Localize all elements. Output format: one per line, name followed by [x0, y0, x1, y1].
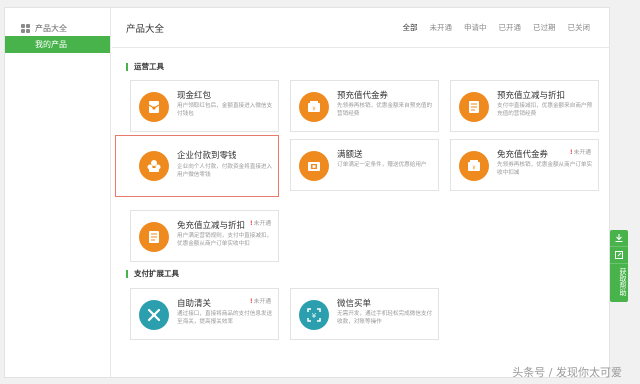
red-packet-icon [139, 92, 169, 122]
card-desc: 用户领取红包后，金额直接进入微信支付钱包 [177, 103, 273, 118]
section-title-ops: 运营工具 [126, 63, 164, 71]
card-title: 免充值代金券 [497, 150, 549, 160]
card-title: 预充值立减与折扣 [497, 91, 566, 101]
product-card-prepaid-discount[interactable]: 预充值立减与折扣 支付中直接减扣，优惠金额来自商户预充值的营销经费 [450, 80, 599, 132]
card-title: 免充值立减与折扣 [177, 221, 246, 231]
card-title: 满额送 [337, 150, 363, 160]
discount-icon [459, 92, 489, 122]
card-desc: 订单满足一定条件，赠送优惠给用户 [337, 162, 427, 168]
card-title: 自助清关 [177, 299, 212, 309]
tab-all[interactable]: 全部 [397, 22, 424, 33]
tab-opened[interactable]: 已开通 [493, 22, 528, 33]
card-title: 企业付款到零钱 [177, 151, 237, 161]
wechat-bill-icon: ¥ [299, 300, 329, 330]
get-help-button[interactable]: 获取帮助 [610, 264, 628, 302]
card-desc: 无需开发，通过手机轻松完成微信支付收款，对账等操作 [337, 311, 433, 326]
card-desc: 用户满足营销规则，支付中直接减扣，优惠金额从商户订单实收中扣 [177, 233, 273, 248]
card-title: 预充值代金券 [337, 91, 389, 101]
voucher-icon: ¥ [459, 151, 489, 181]
help-sidebar: 获取帮助 [610, 230, 628, 302]
svg-text:¥: ¥ [312, 107, 315, 113]
card-desc: 企业向个人付款，付款资金将直接进入用户微信零钱 [177, 164, 273, 179]
app-window: 产品大全 我的产品 产品大全 全部 未开通 申请中 已开通 已过期 已关闭 运营… [4, 7, 610, 378]
product-card-self-customs[interactable]: 自助清关 !未开通 通过接口，直接将商品的支付信息发送至海关，提高报关效率 [130, 288, 279, 340]
sidebar: 产品大全 我的产品 [5, 8, 111, 377]
status-badge: !未开通 [569, 150, 591, 156]
product-card-full-gift[interactable]: 满额送 订单满足一定条件，赠送优惠给用户 [290, 139, 439, 191]
product-card-cash-red-packet[interactable]: 现金红包 用户领取红包后，金额直接进入微信支付钱包 [130, 80, 279, 132]
enterprise-pay-icon [139, 151, 169, 181]
discount-icon [139, 222, 169, 252]
tab-closed[interactable]: 已关闭 [562, 22, 597, 33]
card-desc: 先领券再核销，优惠金额从商户订单实收中扣减 [497, 162, 593, 177]
sidebar-header[interactable]: 产品大全 [5, 8, 110, 36]
page-title: 产品大全 [126, 23, 165, 35]
product-card-prepaid-voucher[interactable]: ¥ 预充值代金券 先领券再核销，优惠金额来自预充值的营销经费 [290, 80, 439, 132]
product-card-enterprise-pay[interactable]: 企业付款到零钱 企业向个人付款，付款资金将直接进入用户微信零钱 [115, 135, 279, 197]
main-content: 产品大全 全部 未开通 申请中 已开通 已过期 已关闭 运营工具 现金红包 用户… [112, 8, 609, 377]
card-desc: 先领券再核销，优惠金额来自预充值的营销经费 [337, 103, 433, 118]
svg-text:¥: ¥ [472, 166, 475, 172]
tab-expired[interactable]: 已过期 [527, 22, 562, 33]
tab-applying[interactable]: 申请中 [458, 22, 493, 33]
svg-text:¥: ¥ [312, 312, 317, 320]
watermark: 头条号 / 发现你太可爱 [512, 366, 622, 379]
gift-icon [299, 151, 329, 181]
status-badge: !未开通 [249, 299, 271, 305]
download-icon[interactable] [610, 230, 628, 247]
edit-icon[interactable] [610, 247, 628, 264]
grid-icon [21, 23, 30, 33]
status-badge: !未开通 [249, 221, 271, 227]
voucher-icon: ¥ [299, 92, 329, 122]
product-card-free-discount[interactable]: 免充值立减与折扣 !未开通 用户满足营销规则，支付中直接减扣，优惠金额从商户订单… [130, 210, 279, 262]
sidebar-title: 产品大全 [35, 23, 67, 33]
section-title-pay: 支付扩展工具 [126, 270, 179, 278]
product-card-free-voucher[interactable]: ¥ 免充值代金券 !未开通 先领券再核销，优惠金额从商户订单实收中扣减 [450, 139, 599, 191]
topbar: 产品大全 全部 未开通 申请中 已开通 已过期 已关闭 [112, 8, 609, 48]
card-desc: 支付中直接减扣，优惠金额来自商户预充值的营销经费 [497, 103, 593, 118]
filter-tabs: 全部 未开通 申请中 已开通 已过期 已关闭 [397, 22, 597, 33]
card-title: 微信买单 [337, 299, 372, 309]
tab-not-opened[interactable]: 未开通 [424, 22, 459, 33]
sidebar-item-my-products[interactable]: 我的产品 [5, 36, 110, 53]
product-card-wechat-bill[interactable]: ¥ 微信买单 无需开发，通过手机轻松完成微信支付收款，对账等操作 [290, 288, 439, 340]
card-desc: 通过接口，直接将商品的支付信息发送至海关，提高报关效率 [177, 311, 273, 326]
customs-icon [139, 300, 169, 330]
card-title: 现金红包 [177, 91, 212, 101]
